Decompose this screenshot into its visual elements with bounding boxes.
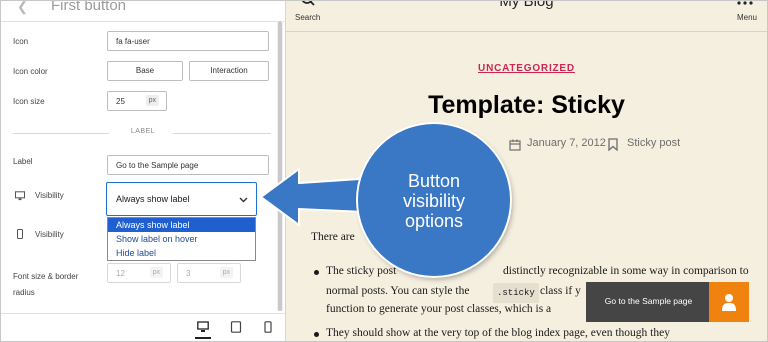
option-hide-label[interactable]: Hide label [108, 246, 255, 260]
callout-text: Button visibility options [402, 171, 465, 231]
sample-page-button[interactable]: Go to the Sample page [586, 282, 711, 322]
category-link[interactable]: UNCATEGORIZED [286, 63, 767, 74]
icon-color-label: Icon color [13, 67, 48, 76]
icon-color-base-button[interactable]: Base [107, 61, 183, 81]
blog-title[interactable]: My Blog [286, 1, 767, 10]
editor-window: ❮ First button Icon fa fa-user Icon colo… [0, 0, 768, 342]
mobile-icon [17, 229, 23, 239]
icon-class-input[interactable]: fa fa-user [107, 31, 269, 51]
settings-panel: ❮ First button Icon fa fa-user Icon colo… [1, 1, 286, 341]
paragraph-fragment: There are [311, 231, 355, 243]
active-device-indicator [195, 337, 211, 339]
option-always-show-label[interactable]: Always show label [108, 218, 255, 232]
search-label[interactable]: Search [295, 13, 320, 22]
sample-page-button-label: Go to the Sample page [604, 296, 693, 306]
device-toolbar [1, 313, 285, 341]
bullet [314, 332, 319, 337]
bullet [314, 270, 319, 275]
calendar-icon [509, 139, 521, 151]
bullet1-line2b: class if y [540, 285, 581, 297]
post-title: Template: Sticky [428, 91, 625, 119]
font-size-input[interactable]: 12 px [107, 263, 171, 283]
sticky-code: .sticky [493, 283, 539, 303]
back-icon[interactable]: ❮ [17, 1, 28, 15]
icon-label: Icon [13, 37, 29, 46]
callout-bubble: Button visibility options [358, 124, 510, 276]
label-field-label: Label [13, 157, 33, 166]
tablet-preview-icon[interactable] [230, 321, 242, 333]
chevron-down-icon [239, 197, 248, 203]
option-show-label-on-hover[interactable]: Show label on hover [108, 232, 255, 246]
icon-size-label: Icon size [13, 97, 45, 106]
unit-px: px [145, 95, 159, 106]
visibility-mobile-label: Visibility [35, 230, 64, 239]
post-date[interactable]: January 7, 2012 [527, 137, 606, 149]
bullet1-line1b: distinctly recognizable in some way in c… [503, 265, 749, 277]
desktop-icon [15, 191, 25, 201]
bullet1-line3: function to generate your post classes, … [326, 303, 552, 315]
visibility-desktop-label: Visibility [35, 191, 64, 200]
section-label: LABEL [130, 128, 156, 135]
visibility-select[interactable]: Always show label [106, 182, 257, 216]
visibility-dropdown-menu: Always show label Show label on hover Hi… [107, 217, 256, 261]
icon-color-interaction-button[interactable]: Interaction [189, 61, 269, 81]
site-header: Search My Blog Menu [286, 1, 767, 32]
border-radius-input[interactable]: 3 px [177, 263, 241, 283]
bullet1-line2a: normal posts. You can style the [326, 285, 470, 297]
menu-dots-icon[interactable] [737, 1, 753, 5]
menu-label[interactable]: Menu [737, 13, 757, 22]
bullet2-line1: They should show at the very top of the … [326, 327, 670, 339]
icon-size-input[interactable]: 25 px [107, 91, 167, 111]
font-size-radius-label: Font size & border radius [13, 272, 79, 297]
sticky-label: Sticky post [627, 137, 681, 149]
panel-header: ❮ First button [1, 1, 285, 22]
label-text-input[interactable]: Go to the Sample page [107, 155, 269, 175]
panel-title: First button [51, 1, 127, 14]
bookmark-icon [608, 138, 618, 151]
sample-page-icon-button[interactable] [709, 282, 749, 322]
bullet1-line1a: The sticky post [326, 265, 397, 277]
user-icon [722, 294, 736, 311]
desktop-preview-icon[interactable] [197, 321, 209, 333]
mobile-preview-icon[interactable] [262, 321, 274, 333]
